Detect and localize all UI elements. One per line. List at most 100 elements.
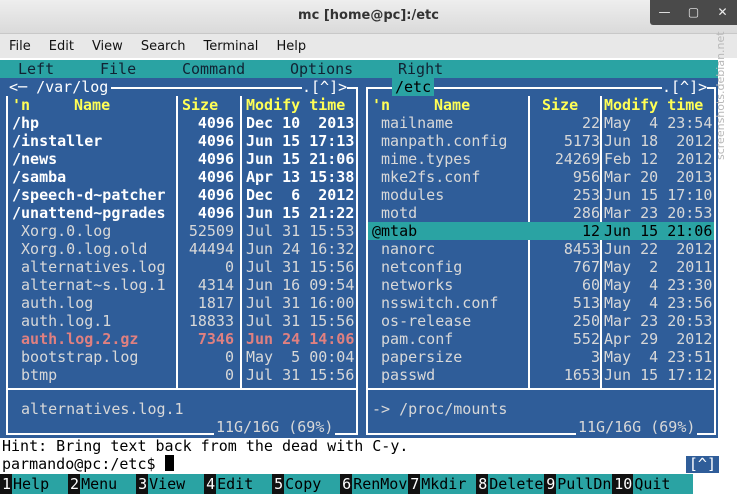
right-header-modify[interactable]: Modify time [604, 96, 703, 114]
file-date: May 2 2011 [604, 258, 713, 276]
file-row[interactable]: netconfig 767 May 2 2011 [368, 258, 714, 276]
fkey-pulldn[interactable]: 9 PullDn [544, 474, 613, 494]
file-row[interactable]: alternatives.log 0 Jul 31 15:56 [8, 258, 356, 276]
menu-search[interactable]: Search [141, 39, 186, 54]
file-row[interactable]: auth.log.2.gz 7346 Jun 24 14:06 [8, 330, 356, 348]
text-cursor [164, 455, 174, 471]
menu-help[interactable]: Help [276, 39, 306, 54]
file-row[interactable]: passwd 1653 Jun 15 17:12 [368, 366, 714, 384]
file-row[interactable]: manpath.config 5173 Jun 18 2012 [368, 132, 714, 150]
file-name: pam.conf [372, 330, 454, 348]
file-size: 7346 [197, 330, 234, 348]
left-header-name[interactable]: Name [74, 96, 110, 114]
file-row[interactable]: mailname 22 May 4 23:54 [368, 114, 714, 132]
file-size: 4096 [197, 150, 234, 168]
left-header-n[interactable]: 'n [12, 96, 30, 114]
right-header-size[interactable]: Size [542, 96, 578, 114]
file-row[interactable]: pam.conf 552 Apr 29 2012 [368, 330, 714, 348]
file-row[interactable]: auth.log.1 18833 Jul 31 15:56 [8, 312, 356, 330]
right-header-n[interactable]: 'n [372, 96, 390, 114]
file-row[interactable]: bootstrap.log 0 May 5 00:04 [8, 348, 356, 366]
right-header-name[interactable]: Name [434, 96, 470, 114]
file-row[interactable]: @mtab 12 Jun 15 21:06 [368, 222, 714, 240]
file-row[interactable]: papersize 3 May 4 23:51 [368, 348, 714, 366]
file-row[interactable]: /unattend~pgrades 4096 Jun 15 21:22 [8, 204, 356, 222]
file-row[interactable]: /installer 4096 Jun 15 17:13 [8, 132, 356, 150]
fkey-label: Menu [80, 474, 137, 494]
file-row[interactable]: alternat~s.log.1 4314 Jun 16 09:54 [8, 276, 356, 294]
fkey-view[interactable]: 3 View [136, 474, 205, 494]
file-size: 44494 [188, 240, 234, 258]
file-name: @mtab [372, 222, 418, 240]
file-row[interactable]: /news 4096 Jun 15 21:06 [8, 150, 356, 168]
file-name: mke2fs.conf [372, 168, 481, 186]
file-name: netconfig [372, 258, 463, 276]
fkey-quit[interactable]: 10 Quit [612, 474, 694, 494]
minimize-button[interactable]: — [650, 0, 679, 25]
file-date: May 4 23:56 [604, 294, 713, 312]
file-row[interactable]: os-release 250 Mar 23 20:53 [368, 312, 714, 330]
file-date: Jun 15 21:06 [604, 222, 713, 240]
file-row[interactable]: /speech-d~patcher 4096 Dec 6 2012 [8, 186, 356, 204]
subshell-scroll-marker[interactable]: [^] [685, 456, 719, 473]
close-button[interactable]: ✕ [708, 0, 737, 25]
file-size: 8453 [563, 240, 600, 258]
file-name: nanorc [372, 240, 436, 258]
menu-terminal[interactable]: Terminal [203, 39, 258, 54]
fkey-number: 2 [68, 474, 81, 494]
left-header-modify[interactable]: Modify time [246, 96, 345, 114]
mc-menu-options[interactable]: Options [290, 60, 353, 78]
left-panel-path[interactable]: <─ /var/log [6, 78, 112, 96]
fkey-number: 7 [408, 474, 421, 494]
file-row[interactable]: /samba 4096 Apr 13 15:38 [8, 168, 356, 186]
file-name: auth.log.2.gz [12, 330, 139, 348]
file-row[interactable]: mke2fs.conf 956 Mar 20 2013 [368, 168, 714, 186]
right-panel-path[interactable]: /etc [392, 78, 435, 96]
left-separator [6, 388, 358, 390]
left-disk-usage: 11G/16G (69%) [214, 418, 336, 436]
file-date: Mar 23 20:53 [604, 204, 713, 222]
maximize-button[interactable]: ▢ [679, 0, 708, 25]
file-date: Jun 15 21:06 [246, 150, 355, 168]
fkey-renmov[interactable]: 6 RenMov [340, 474, 409, 494]
left-panel-corner[interactable]: .[^]> [302, 78, 348, 96]
left-header-size[interactable]: Size [182, 96, 218, 114]
file-row[interactable]: auth.log 1817 Jul 31 16:00 [8, 294, 356, 312]
file-row[interactable]: nanorc 8453 Jun 22 2012 [368, 240, 714, 258]
mc-menu-command[interactable]: Command [182, 60, 245, 78]
file-row[interactable]: btmp 0 Jul 31 15:56 [8, 366, 356, 384]
right-panel-corner[interactable]: .[^]> [662, 78, 708, 96]
left-panel[interactable]: <─ /var/log .[^]> 'n Name Size Modify ti… [0, 78, 364, 438]
file-size: 4096 [197, 132, 234, 150]
menu-edit[interactable]: Edit [49, 39, 74, 54]
mc-menu-left[interactable]: Left [18, 60, 54, 78]
file-size: 4096 [197, 114, 234, 132]
file-size: 18833 [188, 312, 234, 330]
file-row[interactable]: Xorg.0.log 52509 Jul 31 15:53 [8, 222, 356, 240]
command-prompt[interactable]: parmando@pc:/etc$ [2, 455, 174, 473]
fkey-menu[interactable]: 2 Menu [68, 474, 137, 494]
fkey-copy[interactable]: 5 Copy [272, 474, 341, 494]
fkey-help[interactable]: 1 Help [0, 474, 69, 494]
file-row[interactable]: /hp 4096 Dec 10 2013 [8, 114, 356, 132]
mc-menu-file[interactable]: File [100, 60, 136, 78]
file-size: 0 [224, 258, 234, 276]
fkey-label: View [148, 474, 205, 494]
fkey-mkdir[interactable]: 7 Mkdir [408, 474, 477, 494]
file-row[interactable]: networks 60 May 4 23:30 [368, 276, 714, 294]
file-row[interactable]: Xorg.0.log.old 44494 Jun 24 16:32 [8, 240, 356, 258]
fkey-label: Mkdir [420, 474, 477, 494]
file-name: /news [12, 150, 58, 168]
mc-menu-right[interactable]: Right [398, 60, 443, 78]
file-row[interactable]: motd 286 Mar 23 20:53 [368, 204, 714, 222]
fkey-delete[interactable]: 8 Delete [476, 474, 545, 494]
right-panel[interactable]: /etc .[^]> 'n Name Size Modify time mail… [364, 78, 718, 438]
fkey-edit[interactable]: 4 Edit [204, 474, 273, 494]
menu-view[interactable]: View [92, 39, 123, 54]
file-row[interactable]: modules 253 Jun 15 17:10 [368, 186, 714, 204]
file-row[interactable]: mime.types 24269 Feb 12 2012 [368, 150, 714, 168]
menu-file[interactable]: File [9, 39, 31, 54]
terminal[interactable]: Left File Command Options Right <─ /var/… [0, 58, 737, 494]
fkey-label: Help [12, 474, 69, 494]
file-row[interactable]: nsswitch.conf 513 May 4 23:56 [368, 294, 714, 312]
